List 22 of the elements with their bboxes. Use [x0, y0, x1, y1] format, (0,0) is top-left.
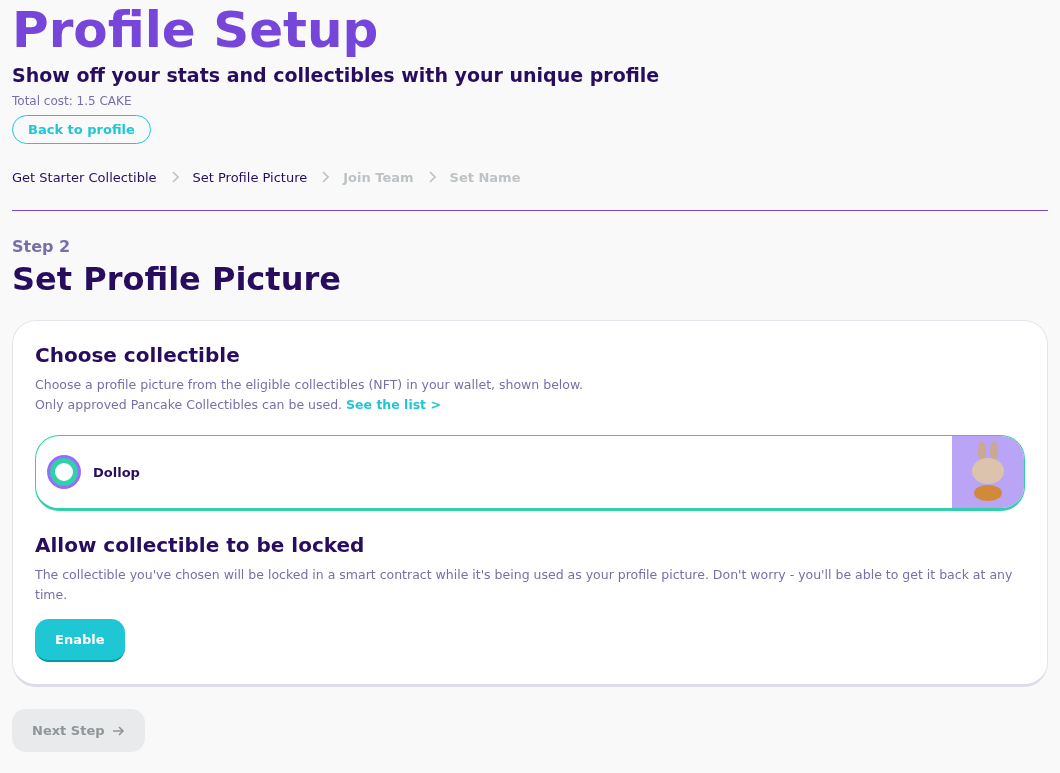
- section-title: Choose collectible: [35, 343, 241, 367]
- collectible-name: Dollop: [93, 464, 141, 480]
- page-subtitle: Show off your stats and collectibles with your unique profile: [12, 64, 661, 86]
- step-label: Step 2: [12, 237, 72, 256]
- chevron-icon: [170, 171, 179, 183]
- description-text: The collectible you've chosen will be locked in a smart contract while it's being used as your profile picture. Don't worry - you'll be able to get it back at any time.: [35, 566, 1014, 604]
- arrow-right-icon: [110, 723, 125, 738]
- breadcrumb-item: Get Starter Collectible: [12, 169, 157, 185]
- radio-button[interactable]: [47, 455, 81, 489]
- breadcrumb-item: Set Profile Picture: [192, 169, 308, 185]
- breadcrumb-item: Join Team: [343, 169, 414, 185]
- chevron-icon: [321, 171, 330, 183]
- description-text: Choose a profile picture from the eligible collectibles (NFT) in your wallet, shown below. Only approved Pancake Collectibles can be used. See the list >: [35, 376, 584, 414]
- see-list-link[interactable]: See the list >: [346, 397, 441, 412]
- section-title: Allow collectible to be locked: [35, 533, 366, 557]
- enable-button[interactable]: Enable: [35, 619, 125, 662]
- chevron-icon: [427, 171, 436, 183]
- breadcrumb-item: Set Name: [449, 169, 521, 185]
- collectible-option[interactable]: Dollop: [35, 435, 1025, 511]
- total-cost: Total cost: 1.5 CAKE: [12, 94, 133, 108]
- page-title: Profile Setup: [12, 0, 380, 60]
- step-title: Set Profile Picture: [12, 260, 342, 298]
